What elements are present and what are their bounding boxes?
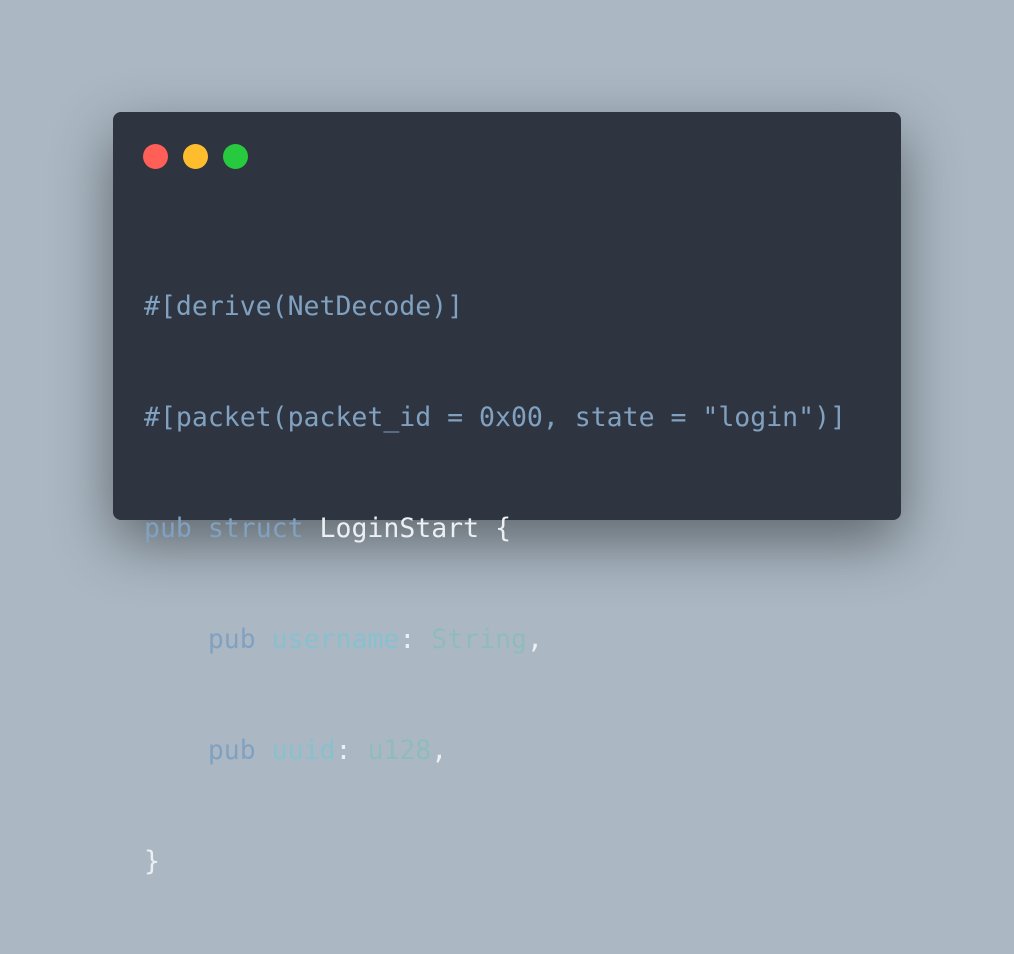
comma: , bbox=[526, 624, 543, 655]
keyword-pub: pub bbox=[207, 735, 256, 766]
keyword-pub: pub bbox=[207, 624, 256, 655]
open-brace: { bbox=[495, 513, 512, 544]
code-line-6: } bbox=[144, 843, 846, 880]
code-window: #[derive(NetDecode)] #[packet(packet_id … bbox=[113, 112, 901, 877]
close-brace: } bbox=[144, 846, 160, 877]
comma: , bbox=[431, 735, 448, 766]
colon: : bbox=[399, 624, 416, 655]
keyword-struct: struct bbox=[207, 513, 304, 544]
code-line-2: #[packet(packet_id = 0x00, state = "logi… bbox=[144, 399, 846, 436]
minimize-button[interactable] bbox=[183, 144, 208, 169]
field-name: username bbox=[271, 624, 400, 655]
code-line-5: pub uuid: u128, bbox=[144, 732, 846, 769]
code-line-4: pub username: String, bbox=[144, 621, 846, 658]
maximize-button[interactable] bbox=[223, 144, 248, 169]
code-line-1: #[derive(NetDecode)] bbox=[144, 288, 846, 325]
close-button[interactable] bbox=[143, 144, 168, 169]
struct-name: LoginStart bbox=[319, 513, 480, 544]
keyword-pub: pub bbox=[144, 513, 192, 544]
field-name: uuid bbox=[271, 735, 336, 766]
attribute-packet: #[packet(packet_id = 0x00, state = "logi… bbox=[144, 402, 846, 433]
attribute-derive: #[derive(NetDecode)] bbox=[144, 291, 464, 322]
field-type: u128 bbox=[367, 735, 432, 766]
window-controls bbox=[143, 144, 248, 169]
field-type: String bbox=[431, 624, 527, 655]
code-block: #[derive(NetDecode)] #[packet(packet_id … bbox=[144, 214, 846, 954]
colon: : bbox=[335, 735, 352, 766]
code-line-3: pub struct LoginStart { bbox=[144, 510, 846, 547]
